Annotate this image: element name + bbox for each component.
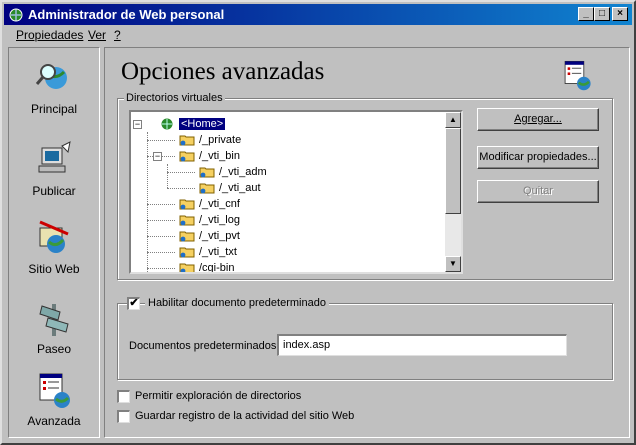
sidebar: Principal Publicar Sitio Web Paseo Avanz…: [8, 47, 100, 438]
tree-item[interactable]: /_vti_log: [179, 212, 240, 228]
folder-icon: [179, 263, 195, 272]
main-panel: Opciones avanzadas Directorios virtuales…: [104, 47, 630, 438]
tree-item-label: /_vti_log: [199, 214, 240, 226]
menu-propiedades[interactable]: Propiedades: [16, 28, 83, 42]
sidebar-label: Principal: [30, 102, 78, 116]
computer-publish-icon: [38, 141, 71, 173]
folder-icon: [179, 151, 195, 162]
magnifier-globe-icon: [35, 64, 67, 89]
page-title: Opciones avanzadas: [121, 58, 325, 85]
scroll-down-button[interactable]: ▼: [445, 256, 461, 272]
tree-item-label: /_vti_adm: [219, 166, 267, 178]
default-docs-input[interactable]: index.asp: [277, 334, 567, 356]
sidebar-item-avanzada[interactable]: Avanzada: [9, 370, 99, 428]
tree-scrollbar[interactable]: ▲ ▼: [445, 112, 461, 272]
tree-item-label: /_vti_txt: [199, 246, 237, 258]
tree-connector: [147, 132, 148, 272]
folder-icon: [179, 199, 195, 210]
tree-connector: [147, 268, 175, 269]
globe-tools-icon: [39, 220, 69, 253]
allow-browsing-checkbox[interactable]: [117, 390, 130, 403]
sidebar-item-publicar[interactable]: Publicar: [9, 140, 99, 198]
home-globe-icon: [161, 118, 173, 130]
tree-item-label: /_vti_bin: [199, 150, 240, 162]
tree-item-label: <Home>: [177, 117, 227, 131]
sidebar-label: Paseo: [36, 342, 72, 356]
tree-connector: [147, 204, 175, 205]
sidebar-label: Publicar: [32, 184, 76, 198]
folder-icon: [199, 183, 215, 194]
sidebar-label: Avanzada: [27, 414, 81, 428]
menu-help[interactable]: ?: [114, 28, 121, 42]
folder-icon: [179, 135, 195, 146]
sidebar-item-sitio-web[interactable]: Sitio Web: [9, 218, 99, 276]
app-icon: [9, 8, 23, 22]
tree-item[interactable]: /_vti_aut: [199, 180, 261, 196]
app-window: Administrador de Web personal _ □ × Prop…: [0, 0, 636, 445]
tree-item-label: /cgi-bin: [199, 262, 235, 274]
save-log-label: Guardar registro de la actividad del sit…: [135, 410, 355, 422]
add-button-label: Agregar...: [514, 113, 562, 125]
default-docs-label: Documentos predeterminados:: [129, 340, 280, 352]
remove-button-label: Quitar: [523, 185, 553, 197]
minimize-button[interactable]: _: [578, 7, 594, 21]
tree-item-label: /_vti_pvt: [199, 230, 240, 242]
tree-connector: [167, 164, 168, 188]
tree-item[interactable]: /_vti_bin: [179, 148, 240, 164]
tree-connector: [147, 252, 175, 253]
tree-item[interactable]: /_vti_cnf: [179, 196, 240, 212]
modify-button-label: Modificar propiedades...: [479, 151, 597, 163]
sidebar-item-principal[interactable]: Principal: [9, 58, 99, 116]
menu-bar: Propiedades Ver ?: [4, 25, 632, 45]
tree-item[interactable]: <Home>: [159, 116, 227, 132]
modify-properties-button[interactable]: Modificar propiedades...: [477, 146, 599, 169]
sidebar-label: Sitio Web: [28, 262, 80, 276]
enable-default-doc-checkbox[interactable]: ✔: [127, 297, 140, 310]
tree-connector: [147, 220, 175, 221]
tree-connector: [167, 188, 195, 189]
virtual-dirs-label: Directorios virtuales: [124, 92, 225, 104]
folder-icon: [179, 231, 195, 242]
virtual-dirs-tree[interactable]: <Home> − /_private /_vti_bin − /_vti_adm /_vti…: [129, 110, 463, 274]
tree-item[interactable]: /_vti_adm: [199, 164, 267, 180]
tree-connector: [147, 140, 175, 141]
tree-connector: [167, 172, 195, 173]
tree-item-label: /_private: [199, 134, 242, 146]
allow-browsing-label: Permitir exploración de directorios: [135, 390, 302, 402]
scroll-thumb[interactable]: [445, 128, 461, 214]
settings-document-icon: [564, 60, 591, 91]
folder-icon: [199, 167, 215, 178]
tree-item[interactable]: /_private: [179, 132, 241, 148]
settings-document-icon: [39, 373, 70, 408]
add-button[interactable]: Agregar...: [477, 108, 599, 131]
scroll-up-button[interactable]: ▲: [445, 112, 461, 128]
window-title: Administrador de Web personal: [28, 7, 225, 22]
tree-expander[interactable]: −: [133, 120, 142, 129]
signpost-icon: [39, 304, 69, 336]
tree-expander[interactable]: −: [153, 152, 162, 161]
close-button[interactable]: ×: [612, 7, 628, 21]
maximize-button[interactable]: □: [594, 7, 610, 21]
tree-item-label: /_vti_cnf: [199, 198, 240, 210]
tree-item[interactable]: /cgi-bin: [179, 260, 235, 274]
save-log-checkbox[interactable]: [117, 410, 130, 423]
folder-icon: [179, 215, 195, 226]
enable-default-doc-label: Habilitar documento predeterminado: [145, 297, 329, 309]
menu-ver[interactable]: Ver: [88, 28, 106, 42]
title-bar[interactable]: Administrador de Web personal _ □ ×: [4, 4, 632, 25]
sidebar-item-paseo[interactable]: Paseo: [9, 298, 99, 356]
remove-button: Quitar: [477, 180, 599, 203]
tree-item[interactable]: /_vti_pvt: [179, 228, 240, 244]
tree-connector: [147, 236, 175, 237]
tree-item[interactable]: /_vti_txt: [179, 244, 237, 260]
tree-item-label: /_vti_aut: [219, 182, 261, 194]
folder-icon: [179, 247, 195, 258]
